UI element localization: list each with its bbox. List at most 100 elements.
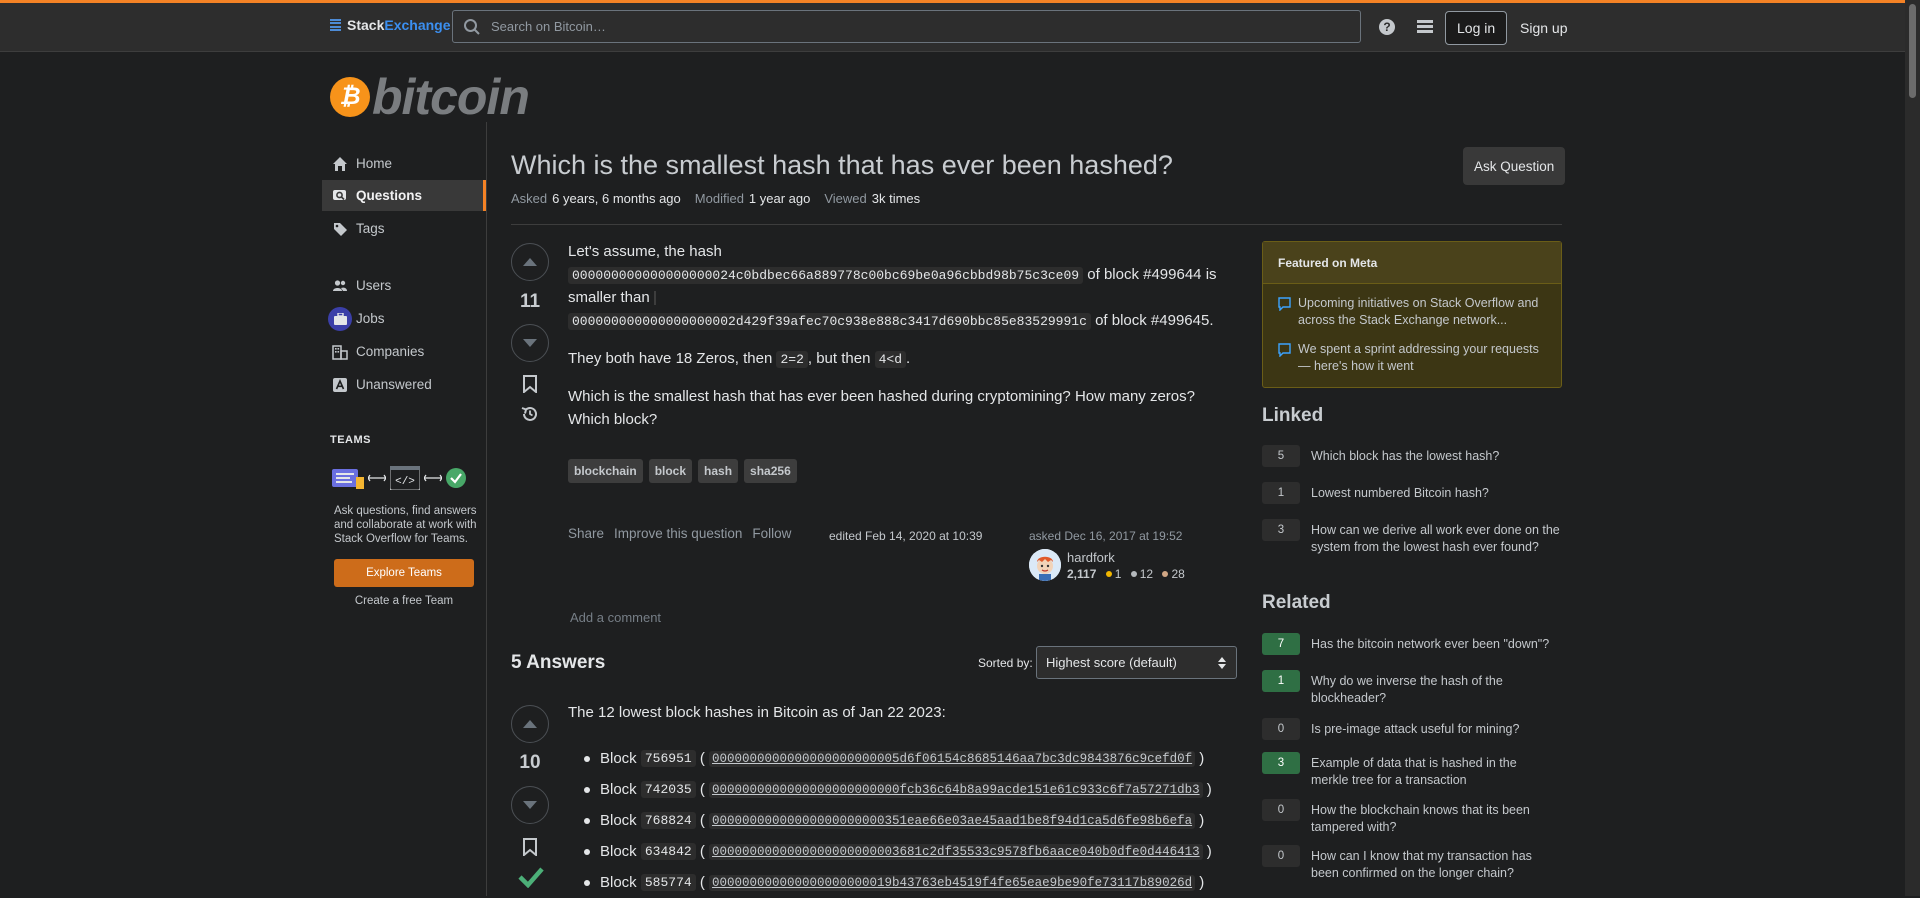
nav-companies-label: Companies — [356, 344, 425, 359]
block-hash-link[interactable]: 000000000000000000000019b43763eb4519f4fe… — [709, 874, 1196, 891]
answers-heading: 5 Answers — [511, 652, 606, 673]
linked-item[interactable]: 1 Lowest numbered Bitcoin hash? — [1262, 482, 1562, 504]
sort-select[interactable]: Highest score (default) — [1036, 646, 1237, 679]
question-upvote-button[interactable] — [511, 243, 549, 281]
add-comment-link[interactable]: Add a comment — [570, 610, 661, 625]
nav-users[interactable]: Users — [322, 270, 486, 301]
tag-link[interactable]: block — [648, 459, 693, 483]
accepted-check-icon — [518, 866, 544, 891]
featured-item-text: We spent a sprint addressing your reques… — [1298, 342, 1539, 373]
answer-upvote-button[interactable] — [511, 705, 549, 743]
avatar[interactable] — [1029, 549, 1061, 581]
building-icon — [332, 344, 348, 360]
block-hash-link[interactable]: 0000000000000000000000005d6f06154c868514… — [709, 750, 1196, 767]
nav-companies[interactable]: Companies — [322, 336, 486, 367]
related-item[interactable]: 3 Example of data that is hashed in the m… — [1262, 752, 1562, 789]
score-badge: 3 — [1262, 519, 1300, 541]
related-title: How can I know that my transaction has b… — [1311, 849, 1532, 880]
history-icon[interactable] — [521, 405, 539, 426]
block-number: 768824 — [640, 812, 696, 829]
nav-unanswered-label: Unanswered — [356, 377, 432, 392]
meta-chat-icon — [1278, 297, 1292, 329]
nav-unanswered[interactable]: Unanswered — [322, 369, 486, 400]
meta-chat-icon — [1278, 343, 1292, 375]
ask-question-button[interactable]: Ask Question — [1463, 147, 1566, 185]
user-card: asked Dec 16, 2017 at 19:52 hardfork 2,1… — [1029, 529, 1185, 581]
explore-teams-button[interactable]: Explore Teams — [334, 559, 474, 587]
bookmark-icon[interactable] — [523, 375, 537, 396]
nav-questions[interactable]: Questions — [322, 180, 486, 211]
user-name[interactable]: hardfork — [1067, 550, 1115, 565]
related-item[interactable]: 0 How the blockchain knows that its been … — [1262, 799, 1562, 836]
stackexchange-logo[interactable]: Stack Exchange — [330, 17, 451, 33]
share-link[interactable]: Share — [568, 526, 604, 541]
list-item: Block 742035 ( 0000000000000000000000000… — [584, 774, 1212, 805]
score-badge: 1 — [1262, 482, 1300, 504]
tag-link[interactable]: hash — [698, 459, 739, 483]
follow-link[interactable]: Follow — [752, 526, 791, 541]
question-title[interactable]: Which is the smallest hash that has ever… — [511, 150, 1173, 181]
search-input[interactable] — [491, 19, 1341, 34]
inline-code: 4<d — [874, 351, 907, 368]
featured-item[interactable]: We spent a sprint addressing your reques… — [1278, 341, 1553, 375]
hash-code: 000000000000000000024c0bdbec66a889778c00… — [568, 266, 1084, 284]
teams-heading: TEAMS — [330, 434, 371, 446]
tag-icon — [332, 221, 348, 237]
block-label: Block — [600, 843, 637, 860]
search-box[interactable] — [452, 10, 1361, 43]
block-hash-link[interactable]: 0000000000000000000000003681c2df35533c95… — [709, 843, 1203, 860]
modified-value[interactable]: 1 year ago — [749, 191, 810, 206]
signup-button[interactable]: Sign up — [1510, 11, 1577, 45]
user-reputation: 2,117 1 12 28 — [1067, 567, 1185, 581]
question-text: They both have 18 Zeros, then — [568, 350, 773, 367]
block-hash-link[interactable]: 0000000000000000000000000fcb36c64b8a99ac… — [709, 781, 1203, 798]
home-icon — [332, 156, 348, 172]
featured-item[interactable]: Upcoming initiatives on Stack Overflow a… — [1278, 295, 1553, 329]
question-meta: Asked 6 years, 6 months ago Modified 1 yea… — [511, 191, 920, 206]
list-item: Block 585774 ( 000000000000000000000019b… — [584, 867, 1212, 898]
teams-illustration: </> — [332, 466, 466, 490]
nav-jobs[interactable]: Jobs — [322, 303, 486, 334]
improve-question-link[interactable]: Improve this question — [614, 526, 742, 541]
related-item[interactable]: 7 Has the bitcoin network ever been "down… — [1262, 633, 1562, 655]
edited-info[interactable]: edited Feb 14, 2020 at 10:39 — [829, 529, 982, 543]
create-free-team-link[interactable]: Create a free Team — [334, 595, 474, 607]
select-arrows-icon — [1218, 656, 1226, 669]
question-body-p1: Let's assume, the hash 00000000000000000… — [568, 241, 1228, 333]
bookmark-icon[interactable] — [523, 838, 537, 859]
featured-heading: Featured on Meta — [1263, 242, 1561, 284]
related-item[interactable]: 0 Is pre-image attack useful for mining? — [1262, 718, 1562, 740]
nav-tags[interactable]: Tags — [322, 213, 486, 244]
bronze-badge-icon — [1162, 570, 1169, 577]
block-hash-link[interactable]: 00000000000000000000000351eae66e03ae45aa… — [709, 812, 1196, 829]
unanswered-icon — [332, 377, 348, 393]
list-item: Block 756951 ( 0000000000000000000000005… — [584, 743, 1212, 774]
site-switcher-icon[interactable] — [1414, 16, 1436, 38]
related-item[interactable]: 1 Why do we inverse the hash of the block… — [1262, 670, 1562, 707]
answer-downvote-button[interactable] — [511, 786, 549, 824]
linked-item[interactable]: 5 Which block has the lowest hash? — [1262, 445, 1562, 467]
arrow-up-icon — [523, 258, 537, 266]
scrollbar-thumb[interactable] — [1909, 4, 1916, 98]
svg-text:</>: </> — [395, 476, 415, 488]
related-item[interactable]: 0 How can I know that my transaction has … — [1262, 845, 1562, 882]
login-button[interactable]: Log in — [1445, 11, 1508, 45]
question-tags: blockchain block hash sha256 — [568, 459, 797, 483]
asked-label: Asked — [511, 191, 548, 206]
linked-item[interactable]: 3 How can we derive all work ever done on… — [1262, 519, 1562, 556]
silver-badge-count: 12 — [1139, 566, 1154, 581]
nav-home[interactable]: Home — [322, 148, 486, 179]
question-text: . — [906, 350, 911, 367]
question-text: of block #499645. — [1095, 311, 1214, 329]
logo-exchange-text: Exchange — [384, 17, 451, 33]
help-icon[interactable]: ? — [1376, 16, 1398, 38]
tag-link[interactable]: sha256 — [744, 459, 797, 483]
tag-link[interactable]: blockchain — [568, 459, 643, 483]
site-logo[interactable]: ₿ bitcoin — [330, 68, 530, 126]
nav-users-label: Users — [356, 278, 392, 293]
page-scrollbar[interactable] — [1905, 0, 1920, 896]
block-number: 585774 — [640, 874, 696, 891]
left-sidebar: Home Questions Tags Users Jobs Companies… — [322, 122, 487, 896]
bitcoin-logo-icon: ₿ — [330, 77, 370, 117]
question-downvote-button[interactable] — [511, 324, 549, 362]
